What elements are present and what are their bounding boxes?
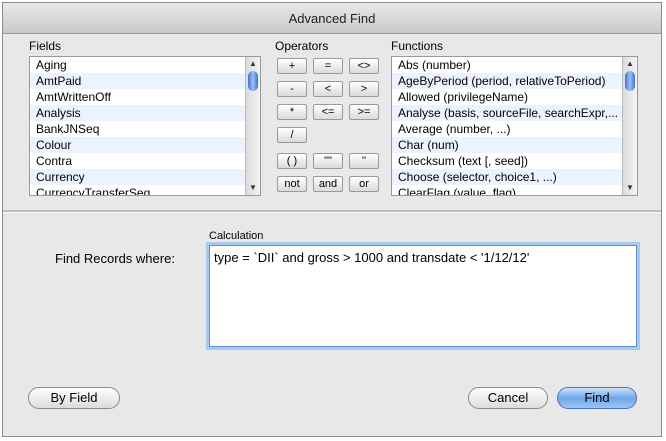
cancel-button[interactable]: Cancel <box>468 387 548 409</box>
fields-list-item[interactable]: Colour <box>30 137 260 153</box>
operator-button[interactable]: <= <box>313 104 343 120</box>
operator-button[interactable]: "" <box>313 153 343 169</box>
by-field-button[interactable]: By Field <box>28 387 120 409</box>
functions-list-item[interactable]: Checksum (text [, seed]) <box>392 153 637 169</box>
fields-list-item[interactable]: AmtPaid <box>30 73 260 89</box>
operators-label: Operators <box>275 39 329 53</box>
operator-button[interactable]: '' <box>349 153 379 169</box>
functions-list-item[interactable]: Analyse (basis, sourceFile, searchExpr,.… <box>392 105 637 121</box>
fields-list[interactable]: Aging AmtPaid AmtWrittenOff Analysis BankJNS… <box>29 56 261 196</box>
operator-button[interactable]: * <box>277 104 307 120</box>
operator-button[interactable]: and <box>313 176 343 192</box>
title-bar: Advanced Find <box>3 3 661 34</box>
operator-button[interactable]: + <box>277 58 307 74</box>
operator-button[interactable]: >= <box>349 104 379 120</box>
operator-button[interactable]: - <box>277 81 307 97</box>
scroll-up-icon[interactable]: ▲ <box>623 57 637 71</box>
operator-button[interactable]: not <box>277 176 307 192</box>
find-records-label: Find Records where: <box>55 251 175 266</box>
scroll-down-icon[interactable]: ▼ <box>623 181 637 195</box>
functions-list-item[interactable]: Allowed (privilegeName) <box>392 89 637 105</box>
fields-list-item[interactable]: Currency <box>30 169 260 185</box>
operator-button[interactable]: <> <box>349 58 379 74</box>
operator-button[interactable]: or <box>349 176 379 192</box>
fields-list-item[interactable]: CurrencyTransferSeq <box>30 185 260 195</box>
scroll-thumb[interactable] <box>625 71 635 91</box>
functions-list-item[interactable]: Average (number, ...) <box>392 121 637 137</box>
fields-list-item[interactable]: Contra <box>30 153 260 169</box>
scroll-up-icon[interactable]: ▲ <box>246 57 260 71</box>
calculation-input[interactable] <box>209 245 637 347</box>
fields-list-item[interactable]: BankJNSeq <box>30 121 260 137</box>
functions-list-item[interactable]: Choose (selector, choice1, ...) <box>392 169 637 185</box>
fields-list-item[interactable]: Aging <box>30 57 260 73</box>
fields-list-item[interactable]: Analysis <box>30 105 260 121</box>
advanced-find-window: Advanced Find Fields Aging AmtPaid AmtWrit… <box>2 2 662 437</box>
scroll-thumb[interactable] <box>248 71 258 91</box>
fields-scrollbar[interactable]: ▲ ▼ <box>245 57 260 195</box>
functions-list-item[interactable]: AgeByPeriod (period, relativeToPeriod) <box>392 73 637 89</box>
window-title: Advanced Find <box>288 11 376 26</box>
functions-list-item[interactable]: ClearFlag (value, flag) <box>392 185 637 195</box>
operator-button[interactable]: = <box>313 58 343 74</box>
calculation-label: Calculation <box>209 230 264 242</box>
separator <box>3 210 661 213</box>
operator-button[interactable]: < <box>313 81 343 97</box>
functions-list[interactable]: Abs (number) AgeByPeriod (period, relativ… <box>391 56 638 196</box>
operator-button[interactable]: > <box>349 81 379 97</box>
operator-button[interactable]: / <box>277 127 307 143</box>
functions-list-item[interactable]: Abs (number) <box>392 57 637 73</box>
fields-label: Fields <box>29 39 62 53</box>
functions-list-item[interactable]: Char (num) <box>392 137 637 153</box>
functions-label: Functions <box>391 39 444 53</box>
find-button[interactable]: Find <box>557 387 637 409</box>
operator-button[interactable]: ( ) <box>277 153 307 169</box>
scroll-down-icon[interactable]: ▼ <box>246 181 260 195</box>
functions-scrollbar[interactable]: ▲ ▼ <box>622 57 637 195</box>
fields-list-item[interactable]: AmtWrittenOff <box>30 89 260 105</box>
